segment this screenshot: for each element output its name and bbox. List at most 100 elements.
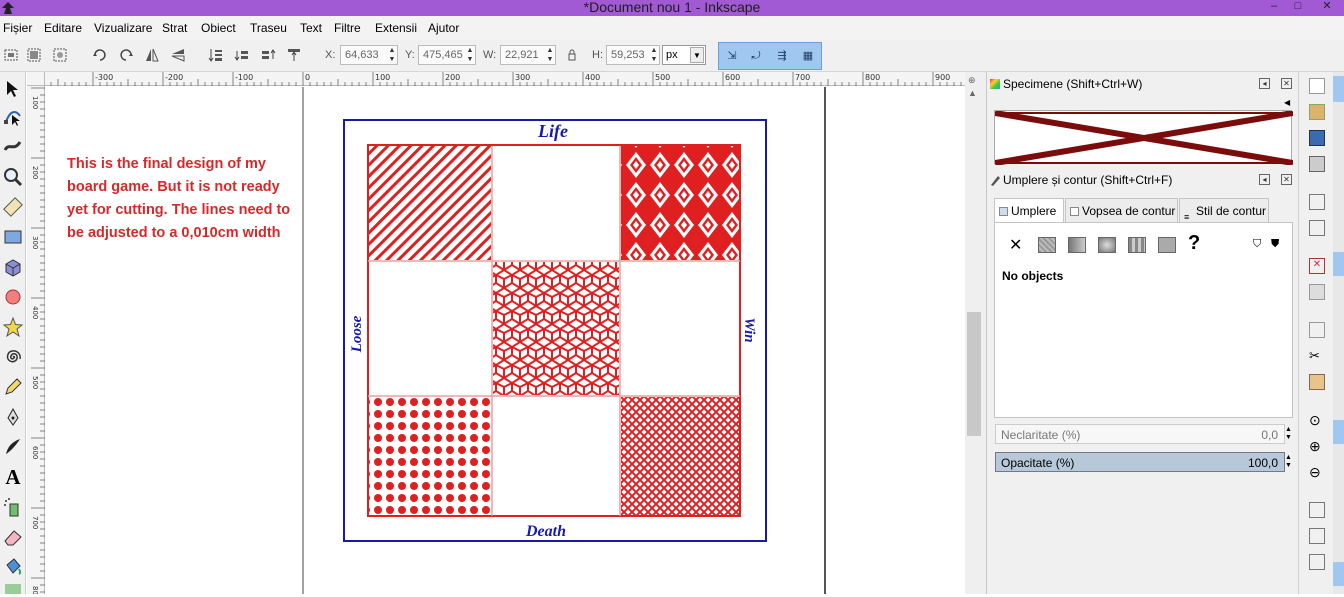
label-win[interactable]: Win	[741, 317, 757, 342]
design-note-text[interactable]: This is the final design of my board gam…	[67, 153, 299, 245]
copy-icon[interactable]	[1309, 322, 1325, 338]
unlink-clone-icon[interactable]	[1309, 554, 1325, 570]
undo-icon[interactable]: ✕	[1309, 258, 1325, 274]
scale-corners-toggle[interactable]: ⤾	[747, 48, 765, 66]
x-stepper-icon[interactable]: ▲ ▼	[387, 46, 397, 64]
label-life[interactable]: Life	[537, 121, 568, 141]
node-tool-icon[interactable]	[2, 106, 24, 128]
flat-color-icon[interactable]	[1038, 237, 1056, 253]
drawing-canvas[interactable]: Life Death Loose Win This is the final d…	[46, 87, 964, 594]
no-paint-icon[interactable]: ✕	[1009, 235, 1022, 255]
tab-fill[interactable]: Umplere	[994, 198, 1064, 223]
x-field[interactable]: 64,633 ▲ ▼	[340, 45, 398, 65]
zoom-selection-icon[interactable]: ⊙	[1309, 412, 1325, 428]
opacity-stepper-icon[interactable]: ▲ ▼	[1285, 454, 1292, 470]
snap-nodes-icon[interactable]	[1333, 252, 1344, 276]
menu-filters[interactable]: Filtre	[334, 21, 361, 35]
menu-object[interactable]: Obiect	[201, 21, 236, 35]
menu-view[interactable]: Vizualizare	[94, 21, 152, 35]
text-tool-icon[interactable]: A	[2, 466, 24, 488]
calligraphy-tool-icon[interactable]	[2, 436, 24, 458]
tile-dots[interactable]	[369, 397, 491, 515]
panel-iconify-icon-2[interactable]: ◂	[1259, 174, 1270, 185]
tweak-tool-icon[interactable]	[2, 136, 24, 158]
tab-stroke-paint[interactable]: Vopsea de contur	[1065, 198, 1178, 222]
new-document-icon[interactable]	[1309, 78, 1325, 94]
select-all-icon[interactable]	[3, 47, 19, 63]
tile-diagonal-stripes[interactable]	[369, 146, 491, 260]
swatch-icon[interactable]	[1158, 237, 1176, 253]
star-tool-icon[interactable]	[2, 316, 24, 338]
export-icon[interactable]	[1309, 220, 1325, 236]
deselect-icon[interactable]	[52, 47, 68, 63]
scroll-zoom-icon[interactable]: ⊕	[968, 75, 976, 86]
w-field[interactable]: 22,921 ▲ ▼	[500, 45, 556, 65]
swatch-menu-icon[interactable]: ◀	[1284, 98, 1290, 107]
clone-icon[interactable]	[1309, 528, 1325, 544]
flip-vertical-icon[interactable]	[170, 47, 186, 63]
vertical-scrollbar[interactable]: ⊕ ▲	[965, 72, 986, 594]
move-patterns-toggle[interactable]: ▦	[799, 48, 817, 66]
menu-text[interactable]: Text	[300, 21, 322, 35]
fill-rule-nonzero-icon[interactable]: ⛊	[1271, 238, 1279, 251]
swatch-none[interactable]	[994, 110, 1294, 166]
linear-gradient-icon[interactable]	[1068, 237, 1086, 253]
lock-ratio-icon[interactable]	[564, 47, 580, 63]
zoom-tool-icon[interactable]	[2, 166, 24, 188]
print-icon[interactable]	[1309, 156, 1325, 172]
snap-grid-icon[interactable]	[1333, 562, 1344, 586]
tab-stroke-style[interactable]: ≡ Stil de contur	[1179, 198, 1269, 222]
scroll-up-icon[interactable]: ▲	[968, 88, 977, 98]
raise-to-top-icon[interactable]	[286, 47, 302, 63]
open-folder-icon[interactable]	[1309, 104, 1325, 120]
unit-select[interactable]: px ▼	[662, 45, 706, 65]
lower-icon[interactable]	[234, 47, 250, 63]
y-field[interactable]: 475,465 ▲ ▼	[418, 45, 476, 65]
label-loose[interactable]: Loose	[349, 315, 365, 353]
paste-icon[interactable]	[1309, 374, 1325, 390]
fill-rule-evenodd-icon[interactable]: ⛉	[1253, 238, 1261, 251]
rotate-ccw-icon[interactable]	[92, 47, 108, 63]
close-button[interactable]: ✕	[1312, 0, 1342, 14]
menu-path[interactable]: Traseu	[250, 21, 287, 35]
cut-icon[interactable]: ✂	[1309, 348, 1325, 364]
w-stepper-icon[interactable]: ▲ ▼	[545, 46, 555, 64]
flip-horizontal-icon[interactable]	[144, 47, 160, 63]
import-icon[interactable]	[1309, 194, 1325, 210]
menu-layer[interactable]: Strat	[162, 21, 187, 35]
save-icon[interactable]	[1309, 130, 1325, 146]
snap-bbox-icon[interactable]	[1333, 420, 1344, 444]
scale-stroke-toggle[interactable]: ⇲	[723, 48, 741, 66]
rotate-cw-icon[interactable]	[118, 47, 134, 63]
tile-cubes[interactable]	[493, 262, 619, 395]
menu-file[interactable]: Fișier	[3, 21, 32, 35]
zoom-page-icon[interactable]: ⊖	[1309, 464, 1325, 480]
opacity-field[interactable]: Opacitate (%) 100,0	[995, 452, 1285, 472]
rectangle-tool-icon[interactable]	[2, 226, 24, 248]
y-stepper-icon[interactable]: ▲ ▼	[465, 46, 475, 64]
bucket-tool-icon[interactable]	[2, 556, 24, 578]
blur-field[interactable]: Neclaritate (%) 0,0	[995, 424, 1285, 444]
h-stepper-icon[interactable]: ▲ ▼	[649, 46, 659, 64]
select-all-layers-icon[interactable]	[26, 47, 42, 63]
move-gradients-toggle[interactable]: ⇶	[773, 48, 791, 66]
pattern-icon[interactable]	[1128, 237, 1146, 253]
scrollbar-thumb[interactable]	[967, 312, 981, 436]
gradient-tool-icon[interactable]	[2, 582, 24, 594]
tile-crosshatch[interactable]	[621, 397, 739, 515]
unset-paint-icon[interactable]: ?	[1188, 232, 1200, 255]
duplicate-icon[interactable]	[1309, 502, 1325, 518]
panel-close-icon[interactable]: ✕	[1281, 78, 1292, 89]
lower-to-bottom-icon[interactable]	[208, 47, 224, 63]
h-field[interactable]: 59,253 ▲ ▼	[606, 45, 660, 65]
spiral-tool-icon[interactable]	[2, 346, 24, 368]
menu-help[interactable]: Ajutor	[428, 21, 459, 35]
selector-tool-icon[interactable]	[2, 78, 24, 100]
ellipse-tool-icon[interactable]	[2, 286, 24, 308]
tile-diamonds[interactable]	[621, 146, 739, 260]
spray-tool-icon[interactable]	[2, 496, 24, 518]
zoom-drawing-icon[interactable]: ⊕	[1309, 438, 1325, 454]
menu-edit[interactable]: Editare	[44, 21, 82, 35]
3d-box-tool-icon[interactable]	[2, 256, 24, 278]
panel-iconify-icon[interactable]: ◂	[1259, 78, 1270, 89]
